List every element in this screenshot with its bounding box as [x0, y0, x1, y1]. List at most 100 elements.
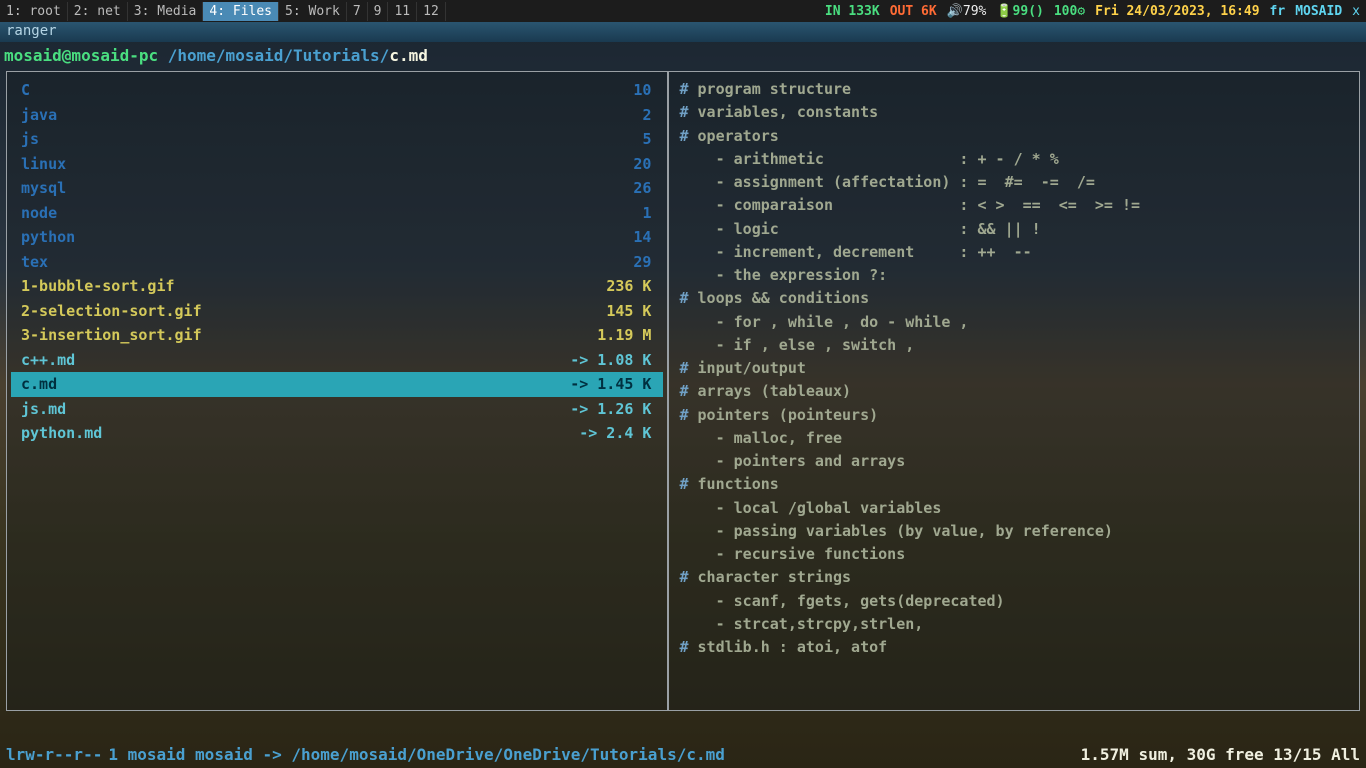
file-row[interactable]: node 1: [11, 201, 663, 226]
file-name: python: [21, 226, 75, 249]
file-size: 236 K: [606, 275, 651, 298]
workspace-tab[interactable]: 5: Work: [279, 2, 347, 21]
preview-line: # variables, constants: [673, 101, 1355, 124]
user-label: MOSAID: [1295, 4, 1342, 19]
file-row[interactable]: 1-bubble-sort.gif 236 K: [11, 274, 663, 299]
preview-line: - pointers and arrays: [673, 450, 1355, 473]
file-row[interactable]: python.md -> 2.4 K: [11, 421, 663, 446]
file-size: 29: [633, 251, 651, 274]
workspace-list: 1: root2: net3: Media4: Files5: Work7911…: [0, 2, 446, 21]
file-name: js.md: [21, 398, 66, 421]
file-name: 2-selection-sort.gif: [21, 300, 202, 323]
preview-line: - arithmetic : + - / * %: [673, 148, 1355, 171]
file-row[interactable]: js.md -> 1.26 K: [11, 397, 663, 422]
path-userhost: mosaid@mosaid-pc: [4, 46, 158, 65]
status-summary: 1.57M sum, 30G free 13/15 All: [1081, 745, 1360, 764]
workspace-tab[interactable]: 3: Media: [128, 2, 204, 21]
preview-line: - comparaison : < > == <= >= !=: [673, 194, 1355, 217]
preview-line: - if , else , switch ,: [673, 334, 1355, 357]
preview-line: - recursive functions: [673, 543, 1355, 566]
battery-indicator: 🔋99(): [996, 4, 1044, 19]
file-name: java: [21, 104, 57, 127]
status-permissions: lrw-r--r--: [6, 745, 102, 764]
path-breadcrumb: mosaid@mosaid-pc /home/mosaid/Tutorials/…: [0, 42, 1366, 67]
file-size: 2: [642, 104, 651, 127]
file-size: 145 K: [606, 300, 651, 323]
workspace-tab[interactable]: 2: net: [68, 2, 128, 21]
file-row[interactable]: c++.md -> 1.08 K: [11, 348, 663, 373]
preview-line: # functions: [673, 473, 1355, 496]
preview-line: - local /global variables: [673, 497, 1355, 520]
preview-line: # pointers (pointeurs): [673, 404, 1355, 427]
preview-line: # operators: [673, 125, 1355, 148]
preview-line: # stdlib.h : atoi, atof: [673, 636, 1355, 659]
topbar-right: IN 133K OUT 6K 🔊79% 🔋99() 100⚙ Fri 24/03…: [825, 4, 1366, 19]
file-name: c++.md: [21, 349, 75, 372]
file-row[interactable]: 2-selection-sort.gif 145 K: [11, 299, 663, 324]
file-row[interactable]: js 5: [11, 127, 663, 152]
volume-indicator[interactable]: 🔊79%: [947, 4, 987, 19]
datetime: Fri 24/03/2023, 16:49: [1095, 4, 1259, 19]
close-icon[interactable]: x: [1352, 4, 1360, 19]
preview-line: # input/output: [673, 357, 1355, 380]
path-directory: /home/mosaid/Tutorials/: [158, 46, 389, 65]
file-name: C: [21, 79, 30, 102]
preview-line: - assignment (affectation) : = #= -= /=: [673, 171, 1355, 194]
workspace-tab[interactable]: 1: root: [0, 2, 68, 21]
window-titlebar: ranger: [0, 22, 1366, 42]
file-row[interactable]: c.md -> 1.45 K: [11, 372, 663, 397]
file-name: js: [21, 128, 39, 151]
preview-line: # loops && conditions: [673, 287, 1355, 310]
workspace-tab[interactable]: 12: [417, 2, 446, 21]
file-name: mysql: [21, 177, 66, 200]
workspace-tab[interactable]: 4: Files: [203, 2, 279, 21]
file-size: 20: [633, 153, 651, 176]
net-out-indicator: OUT 6K: [890, 4, 937, 19]
file-size: -> 1.45 K: [570, 373, 651, 396]
preview-line: - strcat,strcpy,strlen,: [673, 613, 1355, 636]
file-row[interactable]: java 2: [11, 103, 663, 128]
net-in-indicator: IN 133K: [825, 4, 880, 19]
path-filename: c.md: [389, 46, 428, 65]
file-name: linux: [21, 153, 66, 176]
file-row[interactable]: C 10: [11, 78, 663, 103]
file-row[interactable]: tex 29: [11, 250, 663, 275]
workspace-tab[interactable]: 11: [388, 2, 417, 21]
file-name: 3-insertion_sort.gif: [21, 324, 202, 347]
keyboard-layout[interactable]: fr: [1270, 4, 1286, 19]
preview-line: # arrays (tableaux): [673, 380, 1355, 403]
file-size: 1: [642, 202, 651, 225]
preview-line: - passing variables (by value, by refere…: [673, 520, 1355, 543]
file-size: 10: [633, 79, 651, 102]
preview-line: # character strings: [673, 566, 1355, 589]
file-size: 1.19 M: [597, 324, 651, 347]
file-name: 1-bubble-sort.gif: [21, 275, 175, 298]
preview-line: - logic : && || !: [673, 218, 1355, 241]
preview-pane: # program structure# variables, constant…: [669, 72, 1359, 710]
preview-line: - for , while , do - while ,: [673, 311, 1355, 334]
file-row[interactable]: linux 20: [11, 152, 663, 177]
status-bar: lrw-r--r-- 1 mosaid mosaid -> /home/mosa…: [0, 741, 1366, 768]
file-size: 26: [633, 177, 651, 200]
file-name: node: [21, 202, 57, 225]
cpu-indicator: 100⚙: [1054, 4, 1085, 19]
file-size: -> 1.26 K: [570, 398, 651, 421]
preview-line: - scanf, fgets, gets(deprecated): [673, 590, 1355, 613]
file-size: 5: [642, 128, 651, 151]
file-row[interactable]: python14: [11, 225, 663, 250]
file-name: c.md: [21, 373, 57, 396]
preview-line: - increment, decrement : ++ --: [673, 241, 1355, 264]
file-size: -> 2.4 K: [579, 422, 651, 445]
preview-line: - the expression ?:: [673, 264, 1355, 287]
top-bar: 1: root2: net3: Media4: Files5: Work7911…: [0, 0, 1366, 22]
workspace-tab[interactable]: 7: [347, 2, 368, 21]
file-name: tex: [21, 251, 48, 274]
ranger-panes: C 10 java 2 js 5 linux 20 mysql 26 node 1python14te…: [6, 71, 1360, 711]
file-row[interactable]: mysql 26: [11, 176, 663, 201]
file-list-pane[interactable]: C 10 java 2 js 5 linux 20 mysql 26 node 1python14te…: [7, 72, 669, 710]
workspace-tab[interactable]: 9: [368, 2, 389, 21]
file-size: -> 1.08 K: [570, 349, 651, 372]
file-name: python.md: [21, 422, 102, 445]
file-row[interactable]: 3-insertion_sort.gif 1.19 M: [11, 323, 663, 348]
preview-line: # program structure: [673, 78, 1355, 101]
